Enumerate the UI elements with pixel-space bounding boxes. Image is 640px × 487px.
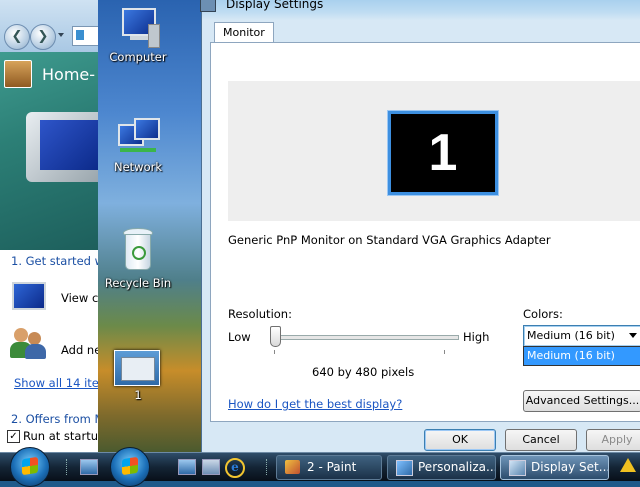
colors-dropdown-option[interactable]: Medium (16 bit) bbox=[523, 346, 640, 366]
computer-icon bbox=[118, 6, 160, 48]
back-arrow-icon: ❮ bbox=[11, 29, 23, 44]
apply-button[interactable]: Apply bbox=[586, 429, 640, 451]
desktop-icon-network[interactable]: Network bbox=[98, 118, 178, 174]
section-get-started: 1. Get started wit bbox=[11, 254, 98, 268]
high-label: High bbox=[463, 330, 490, 344]
resolution-value: 640 by 480 pixels bbox=[312, 365, 415, 379]
colors-label: Colors: bbox=[523, 307, 563, 321]
resolution-slider-track[interactable] bbox=[274, 335, 459, 340]
taskbar-item-display-settings-label: Display Set... bbox=[531, 460, 609, 474]
desktop: Computer Network Recycle Bin 1 bbox=[98, 0, 201, 452]
desktop-label-computer: Computer bbox=[109, 50, 167, 64]
window-title: Display Settings bbox=[226, 0, 324, 11]
recycle-bin-icon bbox=[121, 228, 155, 274]
windows-logo-icon bbox=[122, 456, 138, 476]
taskbar-item-paint[interactable]: 2 - Paint bbox=[276, 455, 382, 480]
adapter-description: Generic PnP Monitor on Standard VGA Grap… bbox=[228, 233, 551, 247]
run-at-startup-checkbox[interactable]: ✓ bbox=[7, 430, 20, 443]
folder-icon bbox=[76, 30, 84, 40]
toolbar-grip bbox=[66, 459, 69, 475]
low-label: Low bbox=[228, 330, 251, 344]
window-thumbnail-icon[interactable] bbox=[114, 350, 160, 386]
desktop-icon-computer[interactable]: Computer bbox=[98, 6, 178, 64]
run-at-startup-label: Run at startup bbox=[23, 429, 98, 443]
user-avatar bbox=[4, 60, 32, 88]
help-link[interactable]: How do I get the best display? bbox=[228, 397, 402, 411]
monitor-panel: 1 Generic PnP Monitor on Standard VGA Gr… bbox=[210, 42, 640, 422]
monitor-arrangement-area: 1 bbox=[228, 81, 640, 221]
item-view-computer[interactable]: View co bbox=[61, 291, 98, 305]
chevron-down-icon bbox=[629, 333, 637, 338]
address-input[interactable] bbox=[72, 26, 98, 46]
personalization-icon bbox=[396, 460, 413, 476]
ok-button[interactable]: OK bbox=[424, 429, 496, 451]
home-title: Home- P bbox=[42, 65, 98, 84]
taskbar-item-display-settings[interactable]: Display Set... bbox=[500, 455, 609, 480]
desktop-label-thumbnail: 1 bbox=[134, 388, 142, 402]
forward-button[interactable]: ❯ bbox=[30, 24, 56, 50]
colors-option-label: Medium (16 bit) bbox=[527, 349, 615, 362]
computer-illustration-icon bbox=[26, 112, 98, 182]
taskbar-item-personalization-label: Personaliza... bbox=[418, 460, 496, 474]
show-desktop-icon[interactable] bbox=[80, 459, 98, 475]
desktop-icon-recycle-bin[interactable]: Recycle Bin bbox=[98, 228, 178, 290]
slider-tick-min bbox=[274, 350, 275, 354]
back-button[interactable]: ❮ bbox=[4, 24, 30, 50]
display-settings-window: Display Settings Monitor 1 Generic PnP M… bbox=[200, 0, 640, 452]
slider-tick-max bbox=[444, 350, 445, 354]
section-offers: 2. Offers from M bbox=[11, 412, 98, 426]
resolution-label: Resolution: bbox=[228, 307, 292, 321]
cancel-button[interactable]: Cancel bbox=[505, 429, 577, 451]
display-settings-title-icon bbox=[200, 0, 216, 12]
forward-arrow-icon: ❯ bbox=[37, 29, 49, 44]
welcome-center-window: ❮ ❯ Home- P 1. Get started wit View co A… bbox=[0, 0, 98, 452]
address-bar: ❮ ❯ bbox=[0, 0, 98, 52]
windows-logo-icon bbox=[22, 456, 38, 476]
resolution-slider-thumb[interactable] bbox=[270, 326, 281, 347]
tab-monitor[interactable]: Monitor bbox=[214, 22, 274, 42]
history-dropdown-icon[interactable] bbox=[58, 33, 64, 37]
taskbar: e 2 - Paint Personaliza... Display Set..… bbox=[0, 447, 640, 487]
colors-select[interactable]: Medium (16 bit) bbox=[523, 325, 640, 347]
desktop-label-network: Network bbox=[113, 160, 163, 174]
advanced-settings-button[interactable]: Advanced Settings... bbox=[523, 390, 640, 412]
start-button[interactable] bbox=[10, 447, 50, 487]
paint-icon bbox=[285, 460, 300, 474]
network-icon bbox=[116, 118, 160, 158]
colors-select-value: Medium (16 bit) bbox=[527, 329, 615, 342]
internet-explorer-icon[interactable]: e bbox=[225, 458, 245, 478]
desktop-label-recycle-bin: Recycle Bin bbox=[104, 276, 172, 290]
warning-icon[interactable] bbox=[620, 458, 636, 472]
show-all-items-link[interactable]: Show all 14 item bbox=[14, 376, 98, 390]
show-desktop-quicklaunch-icon[interactable] bbox=[178, 459, 196, 475]
switch-windows-icon[interactable] bbox=[202, 459, 220, 475]
toolbar-grip bbox=[266, 459, 269, 475]
taskbar-item-personalization[interactable]: Personaliza... bbox=[387, 455, 496, 480]
taskbar-item-paint-label: 2 - Paint bbox=[307, 460, 357, 474]
view-computer-icon bbox=[10, 280, 46, 314]
add-users-icon bbox=[10, 326, 46, 360]
start-button-secondary[interactable] bbox=[110, 447, 150, 487]
tab-strip: Monitor bbox=[210, 20, 640, 42]
monitor-1-tile[interactable]: 1 bbox=[388, 111, 498, 195]
item-add-users[interactable]: Add ne bbox=[61, 343, 98, 357]
display-settings-icon bbox=[509, 460, 526, 476]
